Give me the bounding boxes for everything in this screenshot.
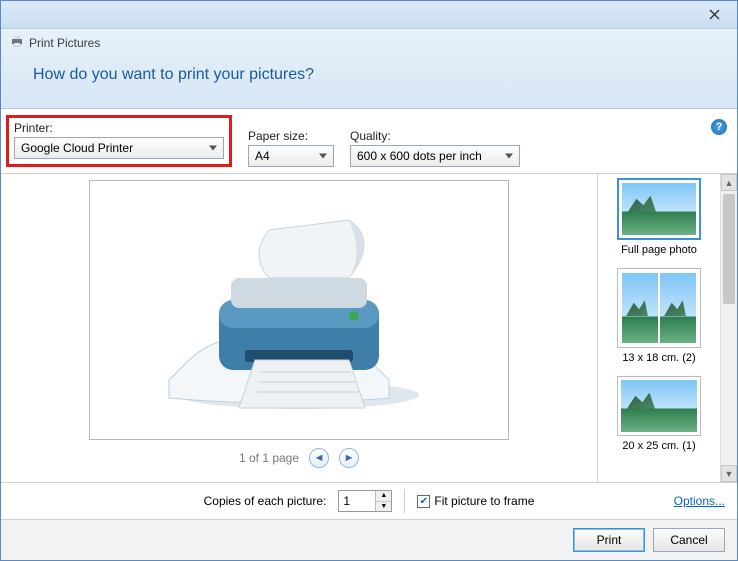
preview-area: 1 of 1 page ◄ ► [1, 174, 597, 482]
quality-select[interactable]: 600 x 600 dots per inch [350, 145, 520, 167]
copies-spinner[interactable]: ▲ ▼ [338, 490, 392, 512]
paper-size-value: A4 [255, 149, 270, 163]
pager: 1 of 1 page ◄ ► [239, 448, 359, 468]
next-page-button[interactable]: ► [339, 448, 359, 468]
quality-value: 600 x 600 dots per inch [357, 149, 482, 163]
layout-option[interactable]: 20 x 25 cm. (1) [617, 376, 701, 452]
copies-label: Copies of each picture: [204, 494, 327, 508]
window-title: Print Pictures [29, 36, 100, 50]
layout-option[interactable]: Full page photo [617, 178, 701, 256]
fit-to-frame-label: Fit picture to frame [434, 494, 534, 508]
layout-label: 13 x 18 cm. (2) [617, 352, 701, 364]
copies-up-button[interactable]: ▲ [376, 491, 391, 502]
help-icon[interactable]: ? [711, 119, 727, 135]
main-area: 1 of 1 page ◄ ► Full page photo 13 x 18 c… [1, 173, 737, 482]
scroll-thumb[interactable] [723, 194, 735, 304]
titlebar [1, 1, 737, 29]
header-question: How do you want to print your pictures? [11, 66, 727, 84]
layout-label: Full page photo [617, 244, 701, 256]
scroll-up-button[interactable]: ▲ [721, 174, 737, 191]
printer-select-value: Google Cloud Printer [21, 141, 133, 155]
preview-canvas [89, 180, 509, 440]
cancel-button[interactable]: Cancel [653, 528, 725, 552]
print-pictures-dialog: Print Pictures How do you want to print … [0, 0, 738, 561]
footer-options: Copies of each picture: ▲ ▼ ✔ Fit pictur… [1, 482, 737, 519]
layout-scrollbar[interactable]: ▲ ▼ [720, 174, 737, 482]
close-icon[interactable] [699, 5, 729, 25]
layout-option[interactable]: 13 x 18 cm. (2) [617, 268, 701, 364]
print-button[interactable]: Print [573, 528, 645, 552]
quality-label: Quality: [350, 129, 520, 143]
options-link[interactable]: Options... [674, 494, 725, 508]
paper-size-label: Paper size: [248, 129, 334, 143]
printer-select[interactable]: Google Cloud Printer [14, 137, 224, 159]
printer-illustration [149, 200, 449, 420]
dialog-header: Print Pictures How do you want to print … [1, 29, 737, 109]
layout-label: 20 x 25 cm. (1) [617, 440, 701, 452]
prev-page-button[interactable]: ◄ [309, 448, 329, 468]
print-options-row: Printer: Google Cloud Printer Paper size… [1, 109, 737, 173]
layout-thumbnail [617, 268, 701, 348]
footer-buttons: Print Cancel [1, 519, 737, 560]
printer-label: Printer: [14, 121, 224, 135]
paper-size-select[interactable]: A4 [248, 145, 334, 167]
scroll-down-button[interactable]: ▼ [721, 465, 737, 482]
divider [404, 489, 405, 513]
layout-thumbnail [617, 178, 701, 240]
printer-small-icon [11, 35, 23, 50]
pager-text: 1 of 1 page [239, 451, 299, 465]
copies-down-button[interactable]: ▼ [376, 502, 391, 512]
fit-to-frame-checkbox[interactable]: ✔ [417, 495, 430, 508]
layout-thumbnail [617, 376, 701, 436]
layout-sidebar: Full page photo 13 x 18 cm. (2) 20 x 25 cm… [597, 174, 737, 482]
printer-highlight-box: Printer: Google Cloud Printer [6, 115, 232, 167]
copies-input[interactable] [339, 491, 375, 511]
